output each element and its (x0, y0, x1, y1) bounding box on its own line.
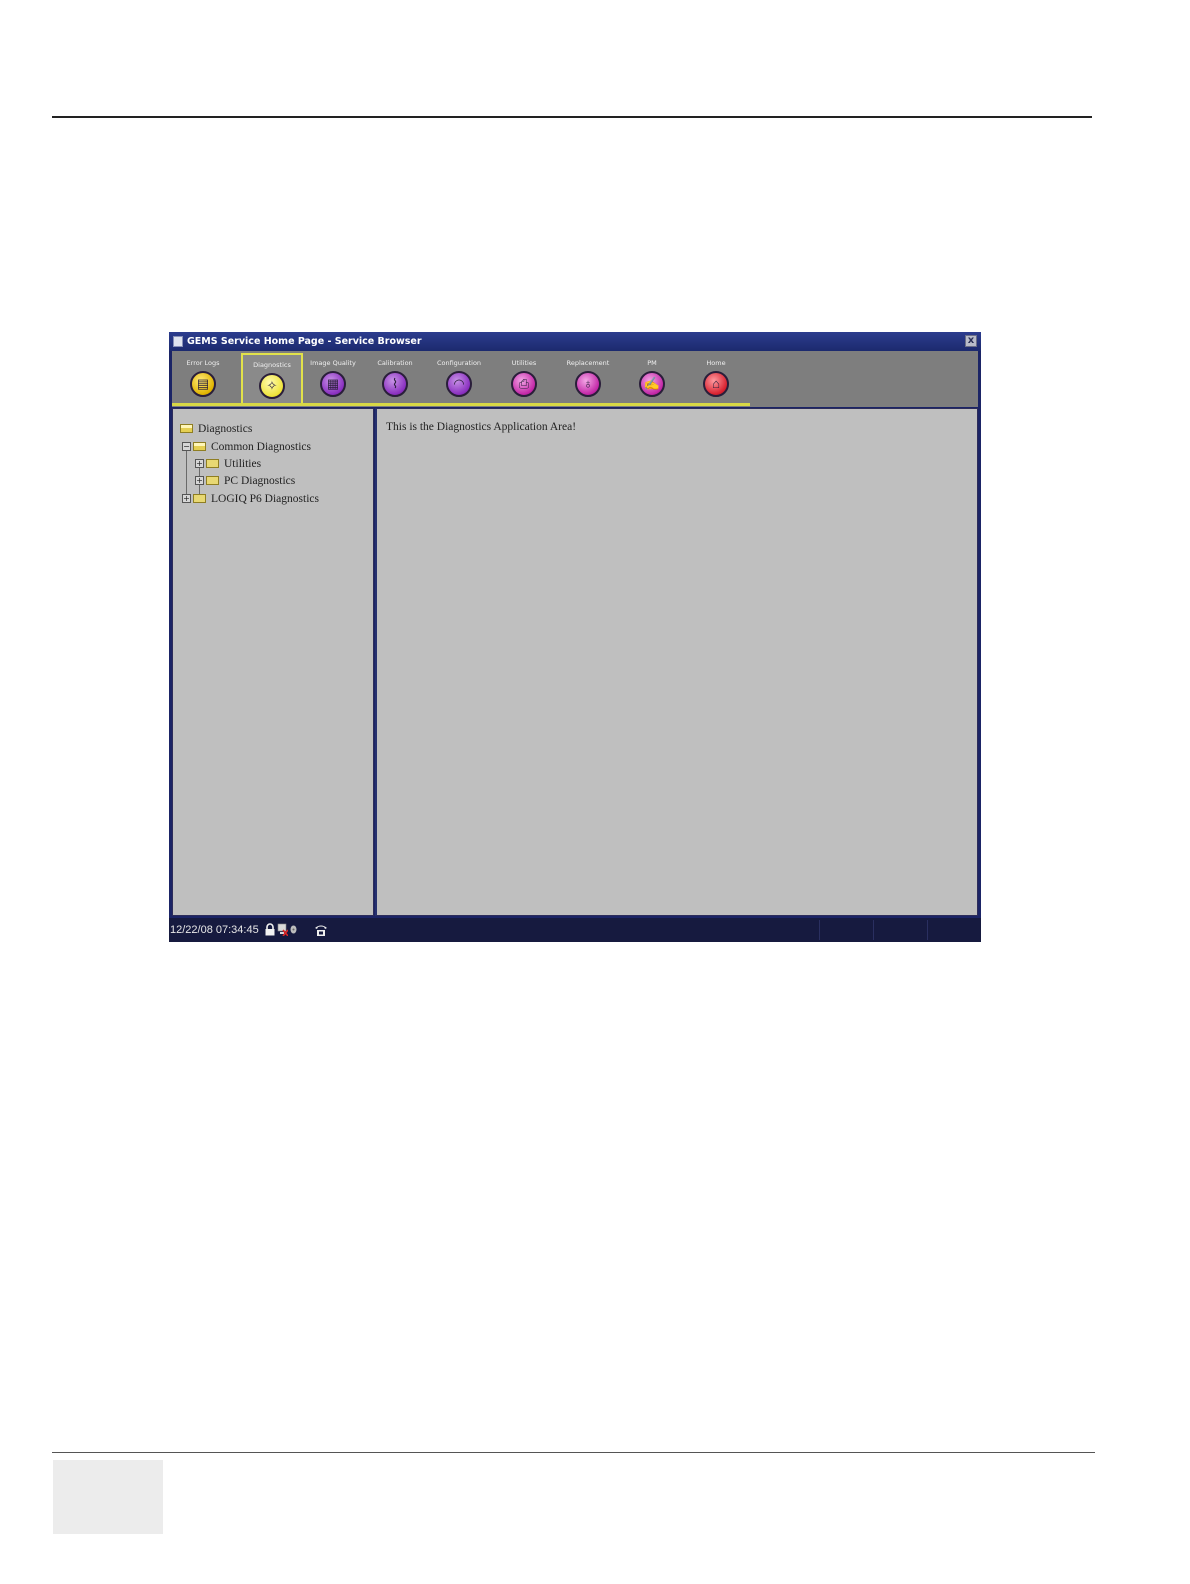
status-divider (927, 920, 928, 940)
service-browser-window: GEMS Service Home Page - Service Browser… (169, 332, 981, 942)
page-footer-rule (52, 1452, 1095, 1453)
tree-node-label: LOGIQ P6 Diagnostics (211, 493, 319, 505)
tab-label: Configuration (436, 359, 482, 367)
tab-label: Replacement (566, 359, 610, 367)
configuration-icon[interactable]: ◠ (446, 371, 472, 397)
tab-utilities[interactable]: Utilities ⎙ (493, 353, 555, 403)
folder-icon (206, 458, 219, 468)
lock-icon (265, 923, 275, 936)
diagnostics-tree: Diagnostics − Common Diagnostics + Utiliti… (173, 409, 373, 915)
tab-label: Calibration (377, 359, 413, 367)
window-title: GEMS Service Home Page - Service Browser (187, 336, 422, 347)
pm-icon[interactable]: ✍ (639, 371, 665, 397)
image-quality-icon[interactable]: ▦ (320, 371, 346, 397)
tab-calibration[interactable]: Calibration ⌇ (364, 353, 426, 403)
page-header-rule (52, 116, 1092, 118)
expand-icon[interactable]: + (182, 493, 191, 503)
application-area-text: This is the Diagnostics Application Area… (386, 421, 577, 433)
status-bar: 12/22/08 07:34:45 (169, 918, 981, 942)
status-divider (873, 920, 874, 940)
tab-label: Utilities (511, 359, 537, 367)
service-toolbar: Error Logs ▤ Diagnostics ✧ Image Quality… (172, 351, 978, 407)
page-number-box (53, 1460, 163, 1534)
expand-icon[interactable]: + (195, 475, 204, 485)
folder-icon (193, 493, 206, 503)
app-icon (173, 336, 183, 347)
tab-label: PM (647, 359, 657, 367)
close-button[interactable]: x (965, 335, 977, 347)
tab-home[interactable]: Home ⌂ (685, 353, 747, 403)
expand-icon[interactable]: + (195, 458, 204, 468)
network-icon (277, 923, 288, 936)
replacement-icon[interactable]: ♁ (575, 371, 601, 397)
navigation-tree-pane: Diagnostics − Common Diagnostics + Utiliti… (172, 408, 374, 916)
active-tab-underline (172, 403, 750, 406)
tab-replacement[interactable]: Replacement ♁ (557, 353, 619, 403)
tab-pm[interactable]: PM ✍ (621, 353, 683, 403)
tree-node-logiq-p6-diagnostics[interactable]: + LOGIQ P6 Diagnostics (182, 491, 319, 507)
tab-label: Image Quality (310, 359, 356, 367)
utilities-icon[interactable]: ⎙ (511, 371, 537, 397)
folder-open-icon (193, 441, 206, 451)
tree-node-pc-diagnostics[interactable]: + PC Diagnostics (195, 473, 295, 489)
collapse-icon[interactable]: − (182, 441, 191, 451)
tab-label: Error Logs (186, 359, 220, 367)
calibration-icon[interactable]: ⌇ (382, 371, 408, 397)
home-icon[interactable]: ⌂ (703, 371, 729, 397)
folder-open-icon (180, 423, 193, 433)
application-area: This is the Diagnostics Application Area… (375, 408, 978, 916)
phone-icon[interactable] (314, 923, 328, 937)
tree-node-utilities[interactable]: + Utilities (195, 456, 261, 472)
title-bar[interactable]: GEMS Service Home Page - Service Browser… (169, 332, 981, 351)
error-logs-icon[interactable]: ▤ (190, 371, 216, 397)
tree-node-label: Common Diagnostics (211, 441, 311, 453)
tree-node-label: Diagnostics (198, 423, 253, 435)
tab-image-quality[interactable]: Image Quality ▦ (302, 353, 364, 403)
tab-error-logs[interactable]: Error Logs ▤ (172, 353, 234, 403)
disk-icon (290, 925, 297, 934)
tab-configuration[interactable]: Configuration ◠ (428, 353, 490, 403)
status-datetime: 12/22/08 07:34:45 (170, 924, 259, 936)
tree-node-label: PC Diagnostics (224, 475, 296, 487)
tab-label: Diagnostics (253, 361, 291, 369)
tab-diagnostics[interactable]: Diagnostics ✧ (241, 353, 303, 403)
tab-label: Home (706, 359, 726, 367)
tree-node-common-diagnostics[interactable]: − Common Diagnostics (182, 439, 311, 455)
folder-icon (206, 475, 219, 485)
tree-node-diagnostics[interactable]: Diagnostics (180, 421, 252, 437)
diagnostics-icon[interactable]: ✧ (259, 373, 285, 399)
status-divider (819, 920, 820, 940)
tree-node-label: Utilities (224, 458, 262, 470)
